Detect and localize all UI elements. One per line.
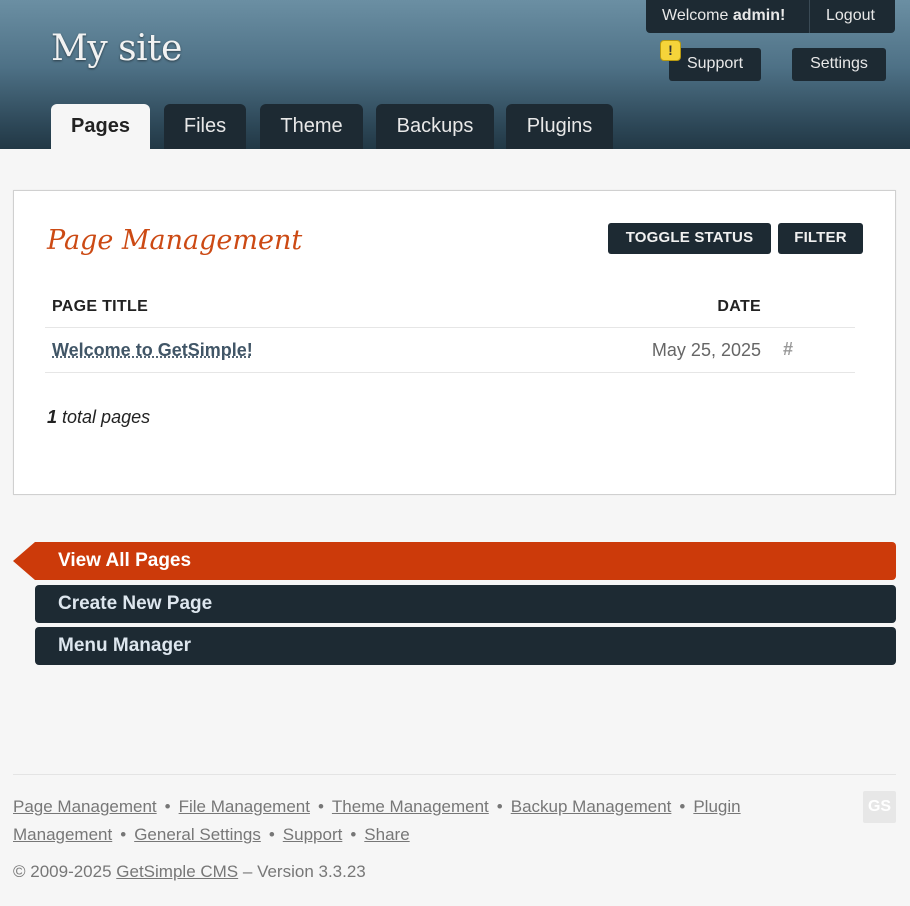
getsimple-logo: GS [863,791,896,823]
tab-theme[interactable]: Theme [260,104,363,149]
header: My site Welcome admin! Logout Support ! … [0,0,910,149]
footer-link-general-settings[interactable]: General Settings [134,825,261,844]
sidebar-item-create-new-page[interactable]: Create New Page [35,585,896,623]
toggle-status-button[interactable]: TOGGLE STATUS [608,223,771,254]
welcome-text: Welcome admin! [646,0,810,33]
warning-icon: ! [660,40,681,61]
current-arrow-icon [13,542,35,580]
total-pages: 1 total pages [47,407,150,428]
username: admin! [732,7,786,24]
column-header-title: PAGE TITLE [52,298,149,315]
table-row: Welcome to GetSimple! May 25, 2025 # [45,328,855,373]
getsimple-link[interactable]: GetSimple CMS [116,862,238,881]
pages-table: PAGE TITLE DATE Welcome to GetSimple! Ma… [45,290,855,373]
filter-button[interactable]: FILTER [778,223,863,254]
user-bar: Welcome admin! Logout [646,0,895,33]
footer-separator: • [496,797,503,816]
footer-separator: • [679,797,686,816]
footer-link-support[interactable]: Support [283,825,343,844]
tab-pages[interactable]: Pages [51,104,150,149]
page-view-link[interactable]: # [783,339,793,360]
settings-button[interactable]: Settings [792,48,886,81]
footer-divider [13,774,896,775]
footer-separator: • [350,825,357,844]
footer-separator: • [120,825,127,844]
footer-link-theme-management[interactable]: Theme Management [332,797,489,816]
page-title-link[interactable]: Welcome to GetSimple! [52,340,253,361]
support-button[interactable]: Support [669,48,761,81]
total-label: total pages [62,407,151,427]
page-date: May 25, 2025 [651,340,761,360]
footer-link-share[interactable]: Share [364,825,409,844]
logout-link[interactable]: Logout [810,0,875,33]
footer-links: Page Management • File Management • Theme Ma… [13,793,773,849]
total-count: 1 [47,407,58,427]
sidebar-item-view-all-pages[interactable]: View All Pages [35,542,896,580]
sidebar-item-menu-manager[interactable]: Menu Manager [35,627,896,665]
copyright: © 2009-2025 GetSimple CMS – Version 3.3.… [13,862,366,882]
table-header: PAGE TITLE DATE [45,290,855,328]
footer-separator: • [268,825,275,844]
tab-backups[interactable]: Backups [376,104,494,149]
page-management-panel: Page Management TOGGLE STATUS FILTER PAG… [13,190,896,495]
tab-plugins[interactable]: Plugins [506,104,613,149]
footer-separator: • [317,797,324,816]
footer-link-backup-management[interactable]: Backup Management [511,797,672,816]
welcome-prefix: Welcome [662,7,729,24]
footer-link-file-management[interactable]: File Management [179,797,310,816]
version-text: – Version 3.3.23 [242,862,366,881]
footer-link-page-management[interactable]: Page Management [13,797,157,816]
footer-separator: • [164,797,171,816]
page-title: Page Management [47,225,303,256]
tab-files[interactable]: Files [164,104,246,149]
site-name[interactable]: My site [51,28,182,69]
column-header-date: DATE [717,298,761,315]
copyright-prefix: © 2009-2025 [13,862,112,881]
